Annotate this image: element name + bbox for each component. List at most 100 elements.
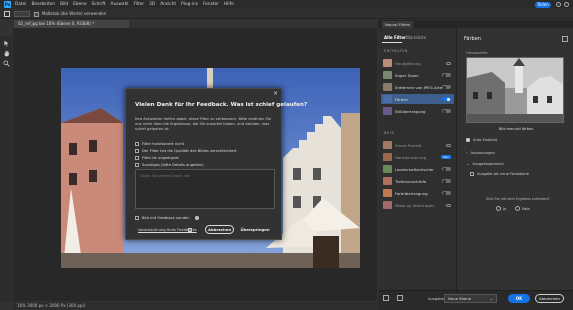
filter-item-smart-portrait[interactable]: Smart Porträt bbox=[381, 140, 454, 150]
close-icon[interactable]: × bbox=[273, 90, 278, 97]
output-as-layer-checkbox[interactable] bbox=[470, 172, 474, 176]
yes-label: Ja bbox=[503, 206, 507, 211]
option-unsuitable[interactable]: Filter ist ungeeignet bbox=[135, 156, 179, 160]
filter-item-color-transfer[interactable]: Farbübertragung bbox=[381, 188, 454, 198]
output-options-section[interactable]: ⌄ Ausgabeoptionen bbox=[466, 161, 504, 166]
filter-thumbnail bbox=[383, 107, 392, 115]
neural-filters-tab[interactable]: Neural Filters bbox=[382, 21, 414, 28]
filter-item-jpeg-artifacts[interactable]: Entfernen von JPEG-Arte... bbox=[381, 82, 454, 92]
menu-auswahl[interactable]: Auswahl bbox=[111, 2, 129, 7]
option-quality-worse[interactable]: Der Filter hat die Qualität des Bildes v… bbox=[135, 149, 237, 153]
filter-item-style-transfer[interactable]: Stilübertragung bbox=[381, 106, 454, 116]
filter-name: Stilübertragung bbox=[395, 108, 426, 114]
checkbox[interactable] bbox=[135, 156, 139, 160]
filter-name: Entfernen von JPEG-Arte... bbox=[395, 84, 442, 90]
options-checkbox-label: Maßstab (die Werte) verwenden bbox=[42, 11, 107, 16]
home-icon[interactable] bbox=[4, 11, 10, 17]
reference-image-preview[interactable] bbox=[466, 57, 564, 123]
output-as-layer-row[interactable]: Ausgabe als neue Farbebene bbox=[470, 172, 529, 176]
thumbs-down-button[interactable]: Nein bbox=[515, 206, 530, 211]
option-label: Filter ist ungeeignet bbox=[142, 156, 179, 160]
menu-schrift[interactable]: Schrift bbox=[92, 2, 106, 7]
cloud-download-icon[interactable] bbox=[446, 143, 451, 147]
menu-3d[interactable]: 3D bbox=[149, 2, 155, 7]
cloud-download-icon[interactable] bbox=[446, 203, 451, 207]
menu-bild[interactable]: Bild bbox=[60, 2, 68, 7]
auto-color-row[interactable]: Auto-Farbbild bbox=[466, 138, 497, 142]
filter-toggle[interactable] bbox=[442, 84, 451, 90]
options-checkbox[interactable] bbox=[34, 11, 39, 17]
no-label: Nein bbox=[522, 206, 531, 211]
info-icon[interactable]: i bbox=[195, 216, 199, 220]
filter-name: Super Zoom bbox=[395, 72, 419, 78]
attach-image-checkbox[interactable] bbox=[135, 216, 139, 220]
filter-name: Hautglättung bbox=[395, 60, 421, 66]
auto-color-checkbox[interactable] bbox=[466, 138, 470, 142]
filter-toggle[interactable] bbox=[442, 72, 451, 78]
cloud-download-icon[interactable] bbox=[446, 61, 451, 65]
share-button[interactable]: Teilen bbox=[535, 1, 551, 8]
trash-icon[interactable] bbox=[397, 295, 403, 301]
search-icon[interactable] bbox=[556, 2, 561, 7]
document-tab[interactable]: 02_ref.jpg bei 16% (Ebene 0, RGB/8) * bbox=[14, 20, 129, 28]
filter-toggle[interactable] bbox=[442, 178, 451, 184]
tab-waitlist[interactable]: Warteliste bbox=[406, 35, 426, 40]
attach-image-row[interactable]: Bild mit Feedback senden bbox=[135, 216, 190, 220]
filter-item-skin-smoothing[interactable]: Hautglättung bbox=[381, 58, 454, 68]
filter-thumbnail bbox=[383, 83, 392, 91]
menu-datei[interactable]: Datei bbox=[15, 2, 26, 7]
menu-ansicht[interactable]: Ansicht bbox=[160, 2, 176, 7]
panel-layer-icon[interactable] bbox=[562, 36, 568, 42]
zoom-tool-icon[interactable] bbox=[3, 60, 10, 67]
menu-ebene[interactable]: Ebene bbox=[73, 2, 86, 7]
filter-name: Harmonisierung bbox=[395, 154, 427, 160]
cancel-filters-button[interactable]: Abbrechen bbox=[535, 294, 564, 303]
filter-item-super-zoom[interactable]: Super Zoom bbox=[381, 70, 454, 80]
ok-button[interactable]: OK bbox=[508, 294, 530, 303]
filter-name: Tiefenunschärfe bbox=[395, 178, 427, 184]
filter-item-makeup-transfer[interactable]: Make-up übertragen bbox=[381, 200, 454, 210]
filter-toggle[interactable] bbox=[442, 96, 451, 102]
checkbox[interactable] bbox=[135, 142, 139, 146]
filter-item-landscape-mixer[interactable]: Landschaftsmischer bbox=[381, 164, 454, 174]
filter-toggle[interactable] bbox=[442, 166, 451, 172]
filter-toggle[interactable] bbox=[442, 190, 451, 196]
menu-hilfe[interactable]: Hilfe bbox=[224, 2, 234, 7]
menu-bearbeiten[interactable]: Bearbeiten bbox=[31, 2, 55, 7]
checkbox[interactable] bbox=[135, 149, 139, 153]
filter-name: Färben bbox=[395, 96, 409, 102]
filter-name: Make-up übertragen bbox=[395, 202, 435, 208]
thumbs-up-button[interactable]: Ja bbox=[496, 206, 506, 211]
feedback-textarea[interactable]: Geben Sie weitere Details hier bbox=[135, 169, 275, 209]
filter-thumbnail bbox=[383, 177, 392, 185]
skip-button[interactable]: Überspringen bbox=[239, 225, 271, 234]
layers-icon[interactable] bbox=[383, 295, 389, 301]
tab-all-filters[interactable]: Alle Filter bbox=[384, 35, 406, 40]
dialog-body: Ihre Antworten helfen dabei, diese Filte… bbox=[135, 117, 272, 131]
tool-preset-picker[interactable] bbox=[14, 11, 30, 17]
neural-filters-tabbar: Neural Filters bbox=[378, 20, 573, 28]
menu-filter[interactable]: Filter bbox=[133, 2, 144, 7]
menu-plugins[interactable]: Plug-ins bbox=[181, 2, 198, 7]
filter-item-depth-blur[interactable]: Tiefenunschärfe bbox=[381, 176, 454, 186]
menu-bar: Ps Datei Bearbeiten Bild Ebene Schrift A… bbox=[0, 0, 573, 9]
move-tool-icon[interactable] bbox=[3, 40, 10, 47]
option-other[interactable]: Sonstiges (bitte Details angeben) bbox=[135, 163, 204, 167]
chevron-right-icon: › bbox=[466, 150, 468, 155]
adjustments-section[interactable]: › Anpassungen bbox=[466, 150, 495, 155]
filter-item-colorize[interactable]: Färben bbox=[381, 94, 454, 104]
cancel-button[interactable]: Abbrechen bbox=[205, 225, 234, 234]
checkbox[interactable] bbox=[135, 163, 139, 167]
hand-tool-icon[interactable] bbox=[3, 50, 10, 57]
filter-thumbnail bbox=[383, 95, 392, 103]
output-select[interactable]: Neue Ebene ⌄ bbox=[444, 294, 497, 303]
neural-filters-footer: Ausgabe Neue Ebene ⌄ OK Abbrechen bbox=[378, 290, 573, 310]
workspace-icon[interactable] bbox=[564, 2, 569, 7]
option-not-working[interactable]: Filter funktioniert nicht bbox=[135, 142, 184, 146]
filter-thumbnail bbox=[383, 165, 392, 173]
filter-toggle[interactable] bbox=[442, 108, 451, 114]
filter-item-harmonization[interactable]: Harmonisierung Neu bbox=[381, 152, 454, 162]
filter-thumbnail bbox=[383, 59, 392, 67]
menu-fenster[interactable]: Fenster bbox=[203, 2, 219, 7]
reference-caption: Bild manuell färben bbox=[499, 127, 534, 131]
